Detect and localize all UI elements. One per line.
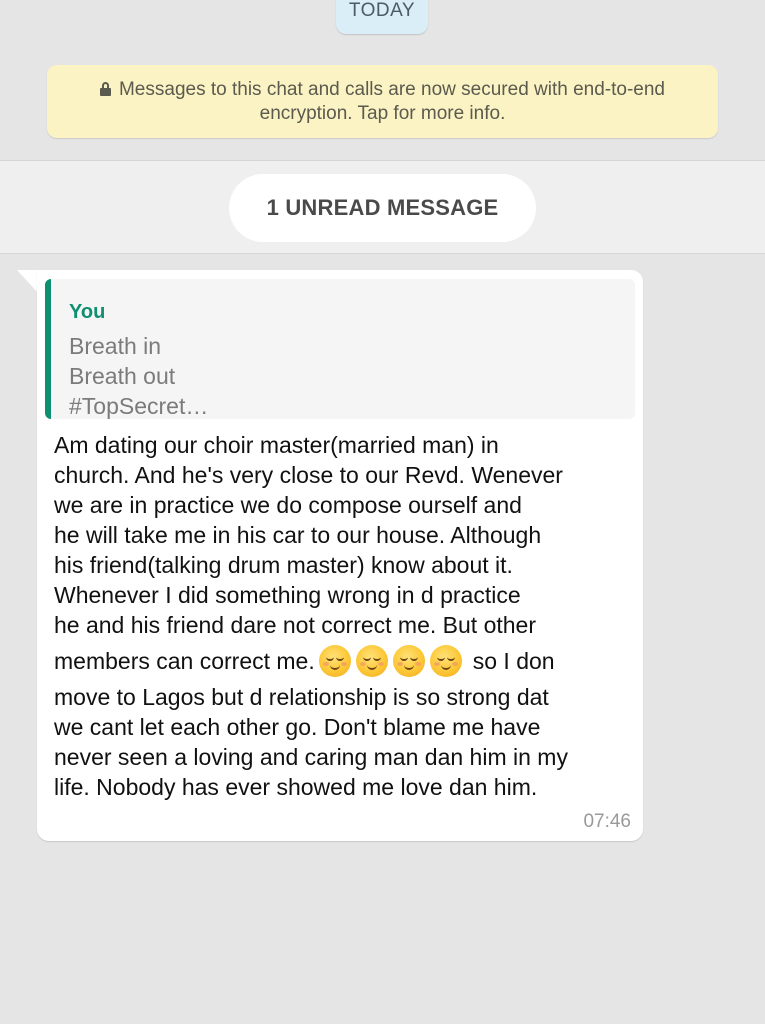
- emoji-group: [318, 645, 467, 677]
- quoted-message[interactable]: You Breath in Breath out #TopSecret…: [45, 279, 635, 419]
- message-line-text: members can correct me.: [54, 648, 315, 674]
- unread-divider-label: 1 UNREAD MESSAGE: [266, 195, 499, 220]
- message-line: we cant let each other go. Don't blame m…: [54, 714, 541, 740]
- unread-divider-pill: 1 UNREAD MESSAGE: [229, 174, 536, 242]
- quote-accent-bar: [45, 279, 51, 419]
- message-line-text: so I don: [472, 648, 555, 674]
- message-line: his friend(talking drum master) know abo…: [54, 552, 513, 578]
- message-text: Am dating our choir master(married man) …: [54, 430, 634, 802]
- lock-icon: [99, 82, 111, 96]
- relieved-face-icon: [392, 645, 425, 677]
- relieved-face-icon: [429, 645, 462, 677]
- message-line: Whenever I did something wrong in d prac…: [54, 582, 521, 608]
- message-bubble-tail: [17, 270, 39, 294]
- date-chip: TODAY: [336, 0, 428, 34]
- message-line-with-emoji: members can correct me. so I don: [54, 640, 634, 682]
- quoted-line: Breath in: [69, 333, 162, 359]
- relieved-face-icon: [355, 645, 388, 677]
- quoted-line: Breath out: [69, 363, 176, 389]
- message-line: church. And he's very close to our Revd.…: [54, 462, 563, 488]
- message-line: life. Nobody has ever showed me love dan…: [54, 774, 538, 800]
- encryption-banner-text: Messages to this chat and calls are now …: [118, 79, 666, 124]
- quoted-text: Breath in Breath out #TopSecret…: [69, 331, 208, 419]
- message-line: he and his friend dare not correct me. B…: [54, 612, 536, 638]
- message-line: never seen a loving and caring man dan h…: [54, 744, 568, 770]
- quoted-author: You: [69, 301, 106, 323]
- message-line: Am dating our choir master(married man) …: [54, 432, 499, 458]
- message-line: move to Lagos but d relationship is so s…: [54, 684, 549, 710]
- quoted-line: #TopSecret…: [69, 393, 209, 419]
- message-line: we are in practice we do compose ourself…: [54, 492, 522, 518]
- date-chip-label: TODAY: [348, 0, 416, 21]
- message-line: he will take me in his car to our house.…: [54, 522, 542, 548]
- encryption-banner[interactable]: Messages to this chat and calls are now …: [47, 65, 718, 138]
- relieved-face-icon: [318, 645, 351, 677]
- message-timestamp: 07:46: [583, 811, 631, 832]
- message-bubble[interactable]: You Breath in Breath out #TopSecret… Am …: [37, 270, 643, 841]
